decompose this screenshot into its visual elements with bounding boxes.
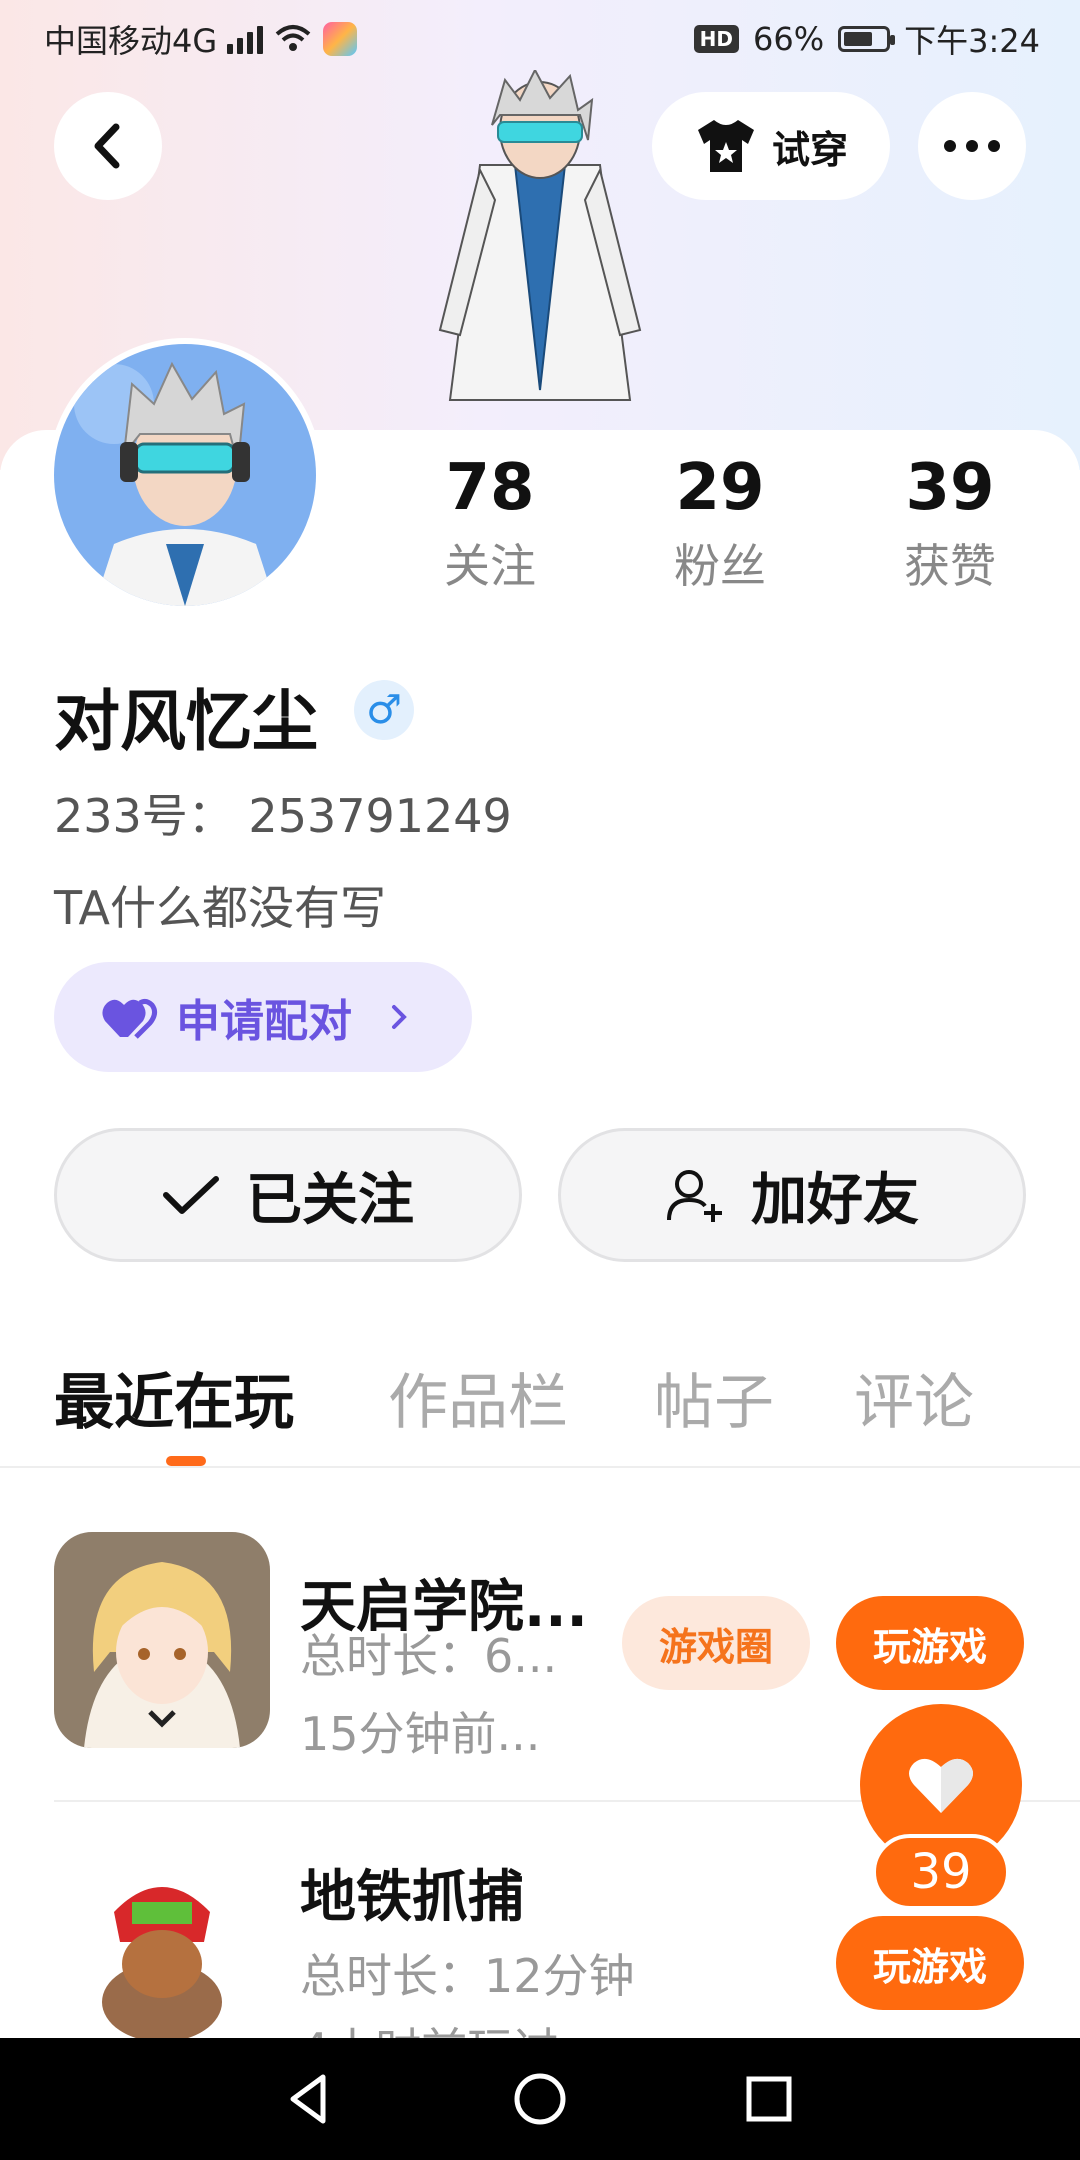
- game-icon[interactable]: [54, 1532, 270, 1748]
- heart-icon: [909, 1758, 973, 1813]
- try-on-button[interactable]: 试穿: [652, 92, 890, 200]
- avatar[interactable]: [54, 344, 316, 606]
- stat-label: 获赞: [904, 539, 996, 593]
- tab-works[interactable]: 作品栏: [388, 1354, 568, 1441]
- add-user-icon: [667, 1170, 722, 1222]
- battery-icon: [838, 26, 896, 52]
- circle-home-icon: [514, 2073, 566, 2125]
- tab-recent-play[interactable]: 最近在玩: [54, 1354, 294, 1441]
- game-duration: 总时长：6...: [300, 1629, 558, 1683]
- game-last-played: 15分钟前...: [300, 1707, 541, 1761]
- stat-number: 29: [675, 451, 765, 525]
- double-heart-icon: [102, 998, 158, 1039]
- male-gender-icon: ♂: [354, 680, 414, 740]
- more-button[interactable]: [918, 92, 1026, 200]
- more-dots-icon: [944, 140, 1000, 152]
- tshirt-icon: [697, 120, 754, 172]
- stat-fans[interactable]: 29 粉丝: [630, 452, 810, 596]
- add-friend-label: 加好友: [751, 1167, 919, 1233]
- pair-request-button[interactable]: 申请配对: [54, 962, 472, 1072]
- play-game-button[interactable]: 玩游戏: [836, 1916, 1024, 2010]
- tab-posts[interactable]: 帖子: [654, 1354, 774, 1441]
- chevron-right-icon: [392, 1005, 407, 1029]
- stat-label: 关注: [444, 539, 536, 593]
- divider: [0, 1466, 1080, 1468]
- tab-comments[interactable]: 评论: [854, 1354, 974, 1441]
- status-bar: 中国移动4G HD 66% 下午3:24: [0, 0, 1080, 72]
- nav-home-button[interactable]: [495, 2058, 585, 2140]
- user-id: 233号： 253791249: [54, 789, 512, 843]
- clock: 下午3:24: [904, 22, 1040, 60]
- hd-badge: HD: [693, 25, 739, 53]
- app-notification-icon: [323, 22, 358, 56]
- system-nav-bar: [0, 2038, 1080, 2160]
- game-circle-button[interactable]: 游戏圈: [622, 1596, 810, 1690]
- followed-label: 已关注: [246, 1167, 414, 1233]
- wifi-icon: [275, 25, 311, 51]
- followed-button[interactable]: 已关注: [54, 1128, 522, 1262]
- nav-back-button[interactable]: [264, 2058, 354, 2140]
- square-recents-icon: [746, 2076, 792, 2122]
- like-count-badge: 39: [872, 1834, 1010, 1910]
- checkmark-icon: [163, 1176, 219, 1214]
- avatar-character-figure[interactable]: [420, 70, 660, 430]
- game-title[interactable]: 地铁抓捕: [300, 1852, 524, 1933]
- stat-following[interactable]: 78 关注: [400, 452, 580, 596]
- nav-recents-button[interactable]: [724, 2058, 814, 2140]
- stat-likes[interactable]: 39 获赞: [860, 452, 1040, 596]
- chevron-left-icon: [94, 123, 120, 169]
- signal-icon: [227, 24, 264, 54]
- stat-number: 39: [905, 451, 995, 525]
- game-duration: 总时长：12分钟: [300, 1949, 635, 2003]
- stat-number: 78: [445, 451, 535, 525]
- stat-label: 粉丝: [674, 539, 766, 593]
- try-on-label: 试穿: [771, 127, 848, 172]
- carrier-label: 中国移动4G: [44, 22, 218, 60]
- add-friend-button[interactable]: 加好友: [558, 1128, 1026, 1262]
- battery-percent: 66%: [753, 20, 825, 58]
- tab-indicator: [166, 1456, 206, 1466]
- user-name: 对风忆尘: [54, 683, 318, 760]
- game-last-played: 4小时前玩过: [300, 2014, 559, 2038]
- pair-request-label: 申请配对: [176, 996, 352, 1047]
- user-bio: TA什么都没有写: [54, 881, 386, 935]
- back-button[interactable]: [54, 92, 162, 200]
- game-icon[interactable]: [54, 1852, 270, 2038]
- play-game-button[interactable]: 玩游戏: [836, 1596, 1024, 1690]
- triangle-back-icon: [290, 2074, 326, 2124]
